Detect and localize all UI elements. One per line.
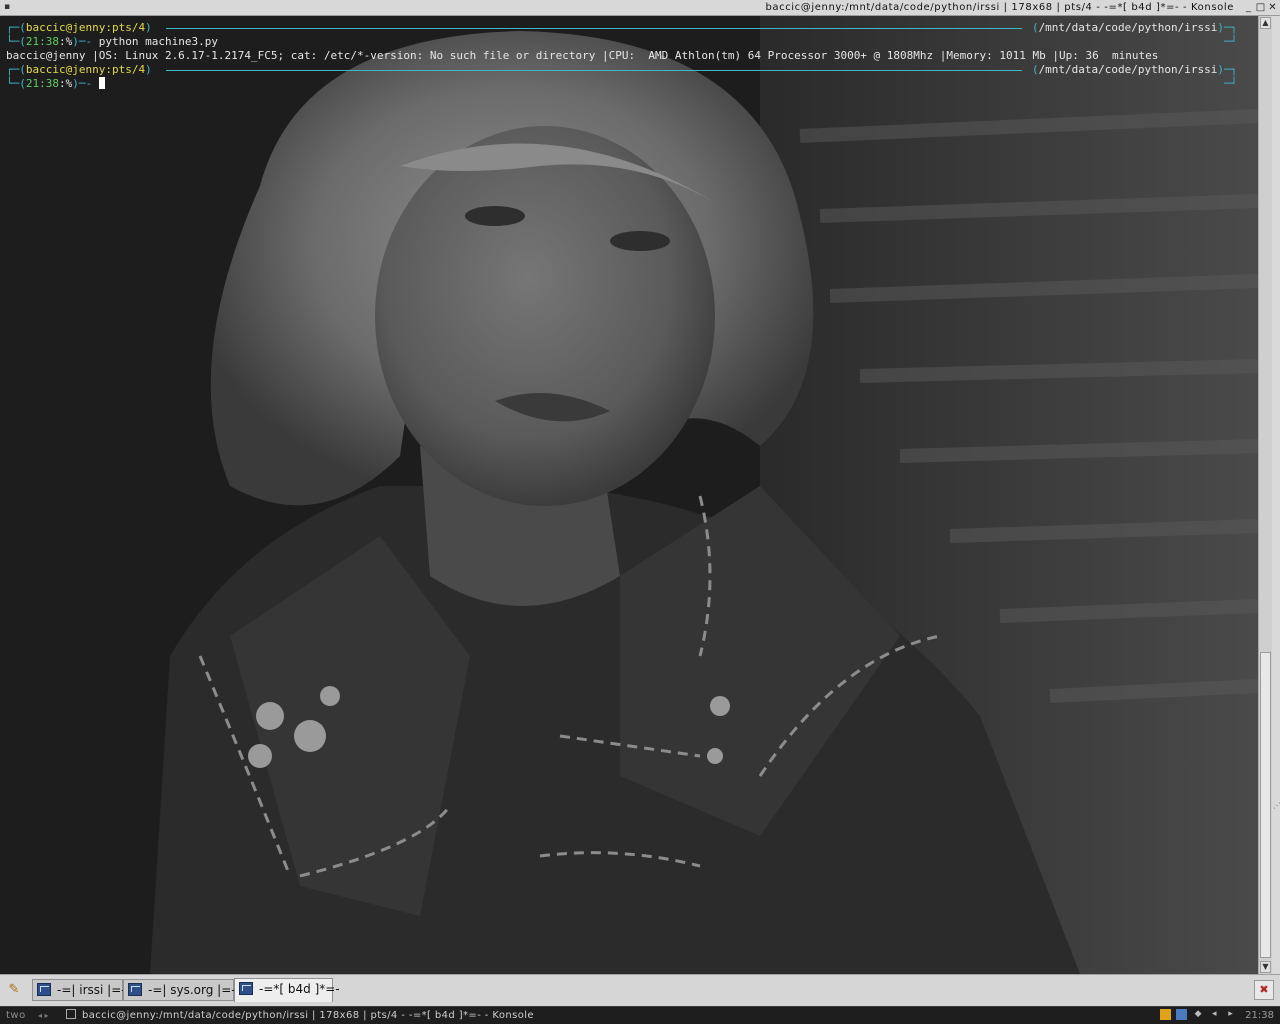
minimize-icon[interactable]: _ [1243,2,1254,13]
window-resize-gutter[interactable]: ⋰ [1272,16,1280,974]
desktop-switch-arrows-icon[interactable]: ◂ ▸ [38,1007,49,1024]
system-taskbar: two ◂ ▸ baccic@jenny:/mnt/data/code/pyth… [0,1006,1280,1024]
terminal-icon [37,983,51,996]
window-menu-icon[interactable]: ▪ [4,1,14,13]
terminal-icon [239,982,253,995]
terminal-scrollbar[interactable]: ▲ ▼ [1258,16,1272,974]
taskbar-task-label: baccic@jenny:/mnt/data/code/python/irssi… [82,1010,534,1021]
session-tab-bar: ✎ -=| irssi |=- -=| sys.org |=- -=*[ b4d… [0,974,1280,1006]
scroll-up-icon[interactable]: ▲ [1260,17,1271,29]
prompt-path: /mnt/data/code/python/irssi [1038,63,1218,76]
maximize-icon[interactable]: □ [1255,2,1266,13]
arrow-right-icon[interactable]: ▸ [1225,1009,1236,1020]
scrollbar-thumb[interactable] [1260,652,1271,958]
terminal-icon [128,983,142,996]
resize-grip-icon[interactable]: ⋰ [1273,801,1280,810]
network-icon[interactable]: ◆ [1193,1009,1204,1020]
arrow-left-icon[interactable]: ◂ [1209,1009,1220,1020]
prompt-rcap-2: ─┘ [1224,77,1238,90]
clock[interactable]: 21:38 [1245,1007,1274,1024]
window-titlebar[interactable]: ▪ baccic@jenny:/mnt/data/code/python/irs… [0,0,1280,16]
scroll-down-icon[interactable]: ▼ [1260,961,1271,973]
prompt-path: /mnt/data/code/python/irssi [1038,21,1218,34]
tab-irssi[interactable]: -=| irssi |=- [32,979,126,1001]
prompt-rcap-1: ─┘ [1224,35,1238,48]
desktop-name[interactable]: two [6,1007,26,1024]
prompt-path-line-2: (/mnt/data/code/python/irssi) ─┐ [1031,63,1238,76]
new-session-icon[interactable]: ✎ [4,981,24,999]
system-tray: ◆ ◂ ▸ [1158,1009,1236,1022]
tab-label: -=*[ b4d ]*=- [259,982,340,996]
tray-app-icon[interactable] [1160,1009,1172,1020]
tab-label: -=| sys.org |=- [148,983,236,997]
terminal-output: ┌─(baccic@jenny:pts/4) (/mnt/data/code/p… [0,16,1258,974]
command-output: baccic@jenny |OS: Linux 2.6.17-1.2174_FC… [6,49,1159,62]
tab-label: -=| irssi |=- [57,983,126,997]
volume-icon[interactable] [1176,1009,1188,1020]
window-title: baccic@jenny:/mnt/data/code/python/irssi… [765,2,1234,13]
close-icon[interactable]: ✕ [1267,2,1278,13]
window-icon [66,1009,76,1019]
tab-sys-org[interactable]: -=| sys.org |=- [123,979,236,1001]
close-session-icon[interactable]: ✖ [1254,980,1274,1000]
taskbar-task[interactable]: baccic@jenny:/mnt/data/code/python/irssi… [66,1007,534,1024]
prompt-path-line-1: (/mnt/data/code/python/irssi) ─┐ [1031,21,1238,34]
tab-b4d[interactable]: -=*[ b4d ]*=- [234,978,340,1002]
terminal-view[interactable]: ┌─(baccic@jenny:pts/4) (/mnt/data/code/p… [0,16,1258,974]
